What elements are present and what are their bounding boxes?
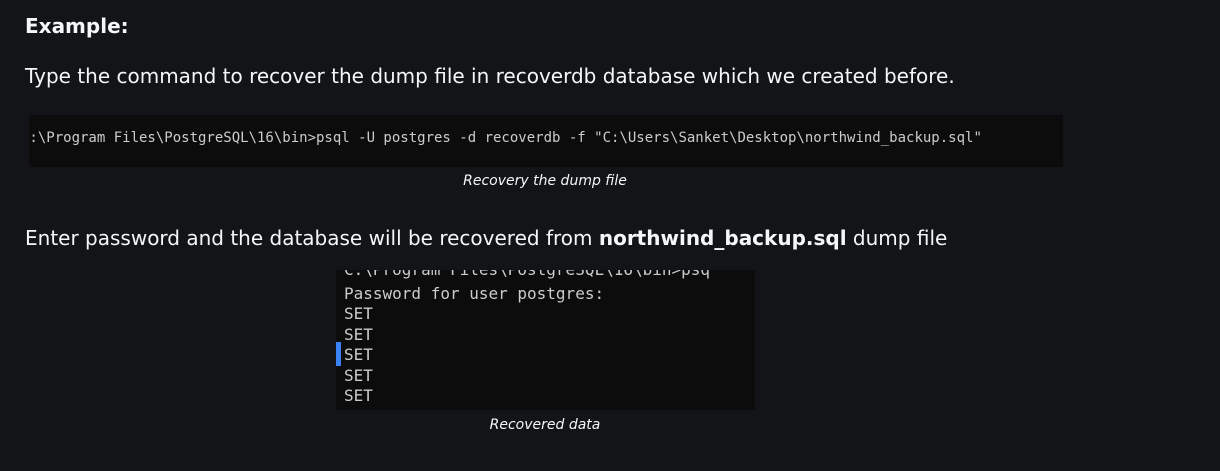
- command-text: C:\Program Files\PostgreSQL\16\bin>psql …: [29, 130, 982, 146]
- terminal-caption: Recovered data: [489, 417, 601, 433]
- terminal-screenshot: C:\Program Files\PostgreSQL\16\bin>psq P…: [336, 270, 755, 410]
- terminal-line: SET: [344, 366, 373, 385]
- example-heading: Example:: [25, 14, 129, 38]
- terminal-cut-line: C:\Program Files\PostgreSQL\16\bin>psq: [344, 270, 710, 280]
- terminal-line: SET: [344, 304, 373, 323]
- terminal-line: SET: [344, 345, 373, 364]
- terminal-line: Password for user postgres:: [344, 284, 605, 303]
- terminal-line: SET: [344, 386, 373, 405]
- command-screenshot: C:\Program Files\PostgreSQL\16\bin>psql …: [29, 115, 1063, 167]
- password-paragraph: Enter password and the database will be …: [25, 224, 947, 252]
- dump-filename: northwind_backup.sql: [598, 226, 847, 250]
- scroll-marker: [336, 342, 341, 366]
- instruction-paragraph: Type the command to recover the dump fil…: [25, 64, 955, 88]
- password-paragraph-text: Enter password and the database will be …: [25, 226, 599, 250]
- password-paragraph-suffix: dump file: [846, 226, 948, 250]
- terminal-line: SET: [344, 325, 373, 344]
- command-caption: Recovery the dump file: [463, 173, 627, 189]
